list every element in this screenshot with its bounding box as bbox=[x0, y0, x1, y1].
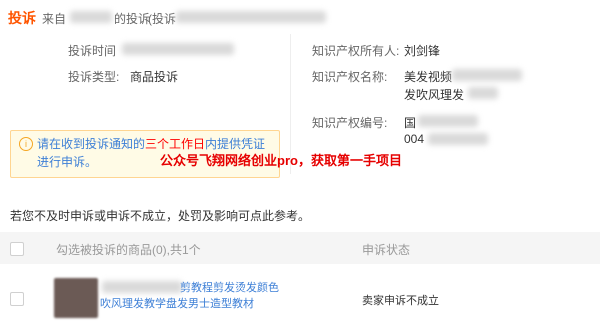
redacted-time bbox=[122, 43, 234, 55]
info-icon: i bbox=[19, 137, 33, 151]
table-row: 剪教程剪发烫发颜色 吹风理发教学盘发男士造型教材 卖家申诉不成立 bbox=[0, 264, 600, 330]
from-label: 来自 bbox=[42, 12, 67, 26]
col-state-header: 申诉状态 bbox=[362, 243, 411, 257]
product-thumbnail[interactable] bbox=[54, 278, 98, 318]
col-product-header: 勾选被投诉的商品(0),共1个 bbox=[56, 243, 201, 257]
complaint-id-label: (投诉 bbox=[148, 12, 176, 26]
row-checkbox[interactable] bbox=[10, 292, 24, 306]
table-header: 勾选被投诉的商品(0),共1个 申诉状态 bbox=[0, 232, 600, 264]
notice-text-before: 请在收到投诉通知的 bbox=[37, 137, 146, 151]
complaint-suffix: 的投诉 bbox=[114, 12, 151, 26]
ip-name-label: 知识产权名称: bbox=[312, 70, 388, 84]
penalty-info-line[interactable]: 若您不及时申诉或申诉不成立，处罚及影响可点此参考。 bbox=[10, 207, 310, 224]
product-title-line1[interactable]: 剪教程剪发烫发颜色 bbox=[100, 280, 290, 296]
ip-name-line2: 发吹风理发 bbox=[404, 88, 465, 102]
watermark-text: 公众号飞翔网络创业pro，获取第一手项目 bbox=[160, 153, 402, 168]
product-title-link[interactable]: 剪教程剪发烫发颜色 吹风理发教学盘发男士造型教材 bbox=[100, 280, 290, 312]
owner-value: 刘剑锋 bbox=[404, 44, 441, 58]
ip-number-line2: 004 bbox=[404, 132, 425, 146]
notice-highlight: 三个工作日 bbox=[145, 137, 206, 151]
ip-number-label: 知识产权编号: bbox=[312, 116, 388, 130]
redacted-ip-number bbox=[418, 115, 478, 127]
time-label: 投诉时间 bbox=[68, 44, 117, 58]
redacted-ip-name-2 bbox=[468, 87, 498, 99]
product-title-line2[interactable]: 吹风理发教学盘发男士造型教材 bbox=[100, 296, 290, 312]
type-value: 商品投诉 bbox=[130, 70, 179, 84]
redacted-sender bbox=[70, 11, 112, 23]
appeal-state: 卖家申诉不成立 bbox=[362, 295, 439, 307]
redacted-complaint-id bbox=[176, 11, 326, 23]
type-label: 投诉类型: bbox=[68, 70, 120, 84]
redacted-ip-name bbox=[452, 69, 522, 81]
ip-number-line1: 国 bbox=[404, 116, 417, 130]
owner-label: 知识产权所有人: bbox=[312, 44, 400, 58]
complaint-tag: 投诉 bbox=[8, 10, 36, 26]
select-all-checkbox[interactable] bbox=[10, 242, 24, 256]
ip-name-line1: 美发视频 bbox=[404, 70, 453, 84]
redacted-ip-number-2 bbox=[428, 133, 488, 145]
complaint-header: 投诉 来自 的投诉 (投诉 bbox=[0, 0, 600, 35]
